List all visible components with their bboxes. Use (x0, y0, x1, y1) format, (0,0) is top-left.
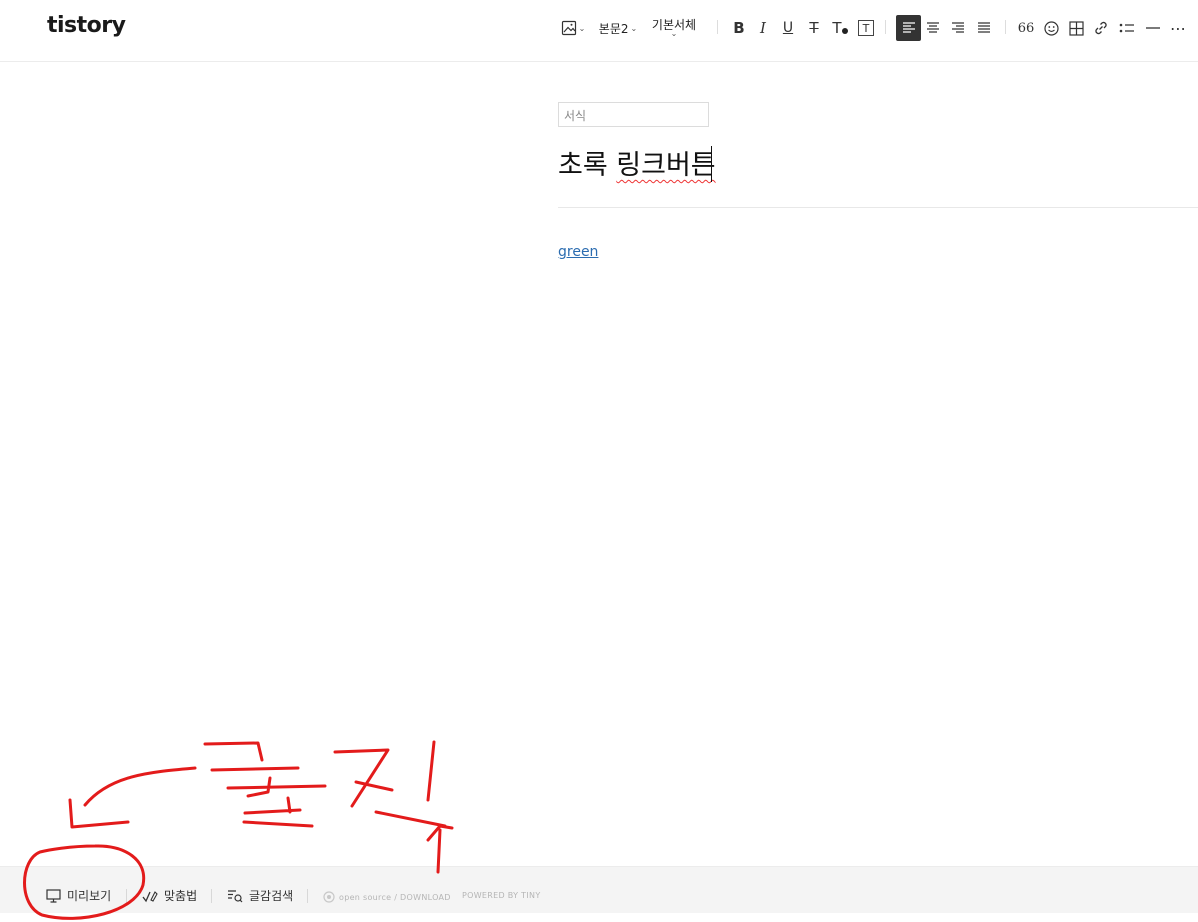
more-button[interactable]: ⋯ (1167, 14, 1189, 42)
title-text: 초록 (558, 150, 617, 181)
table-button[interactable] (1065, 14, 1087, 42)
align-justify-icon (978, 22, 990, 33)
editor-footer: 미리보기 맞춤법 글감검색 open source / DOWNLOAD POW… (0, 866, 1198, 913)
align-left-icon (902, 22, 915, 33)
toolbar-divider (717, 20, 718, 34)
toolbar-divider (885, 20, 886, 34)
footer-divider (307, 889, 308, 903)
text-cursor (711, 146, 712, 182)
post-title-input[interactable]: 초록 링크버튼 (558, 143, 716, 182)
image-icon (561, 20, 576, 36)
spellcheck-button[interactable]: 맞춤법 (142, 887, 197, 904)
red-annotation-overlay (23, 740, 454, 920)
align-center-button[interactable] (922, 14, 944, 42)
emoticon-button[interactable] (1040, 14, 1062, 42)
title-text-misspelled: 링크버튼 (616, 150, 716, 181)
more-icon: ⋯ (1170, 18, 1186, 38)
footer-divider (126, 889, 127, 903)
chevron-down-icon: ⌄ (630, 23, 638, 33)
align-right-button[interactable] (947, 14, 969, 42)
bullet-list-icon (1119, 23, 1134, 33)
green-link[interactable]: green (558, 244, 598, 260)
annotation-glyph-rik (333, 740, 447, 828)
editor-topbar: tistory ⌄ 본문2 ⌄ 기본서체 ⌄ B I U T T T 66 ⋯ (0, 0, 1198, 62)
strikethrough-button[interactable]: T (803, 14, 825, 42)
underline-button[interactable]: U (777, 14, 799, 42)
strikethrough-icon: T (809, 19, 819, 37)
format-placeholder: 서식 (564, 109, 587, 123)
footer-divider (211, 889, 212, 903)
horizontal-line-icon (1146, 27, 1160, 29)
annotation-arrow-head (68, 798, 130, 829)
annotation-glyph-keul (203, 741, 327, 828)
format-select[interactable]: 서식 (558, 102, 709, 127)
align-justify-button[interactable] (973, 14, 995, 42)
toolbar-divider (1005, 20, 1006, 34)
underline-icon: U (782, 20, 794, 36)
background-color-button[interactable]: T (855, 14, 877, 42)
powered-by-tiny: POWERED BY TINY (462, 891, 541, 900)
bold-button[interactable]: B (728, 14, 750, 42)
italic-button[interactable]: I (752, 14, 774, 42)
link-button[interactable] (1090, 14, 1112, 42)
table-icon (1068, 20, 1084, 36)
quote-icon: 66 (1017, 20, 1035, 36)
font-family-select[interactable]: 기본서체 ⌄ (648, 14, 700, 42)
color-dot-icon (841, 28, 848, 34)
chevron-down-icon: ⌄ (670, 29, 678, 38)
horizontal-rule-button[interactable] (1142, 14, 1164, 42)
text-color-button[interactable]: T (829, 14, 851, 42)
text-color-icon: T (832, 19, 842, 37)
opensource-link[interactable]: open source / DOWNLOAD (323, 891, 451, 903)
content-search-button[interactable]: 글감검색 (227, 887, 293, 904)
opensource-icon (323, 891, 335, 903)
italic-icon: I (760, 19, 766, 37)
align-left-button[interactable] (896, 15, 921, 41)
bullet-list-button[interactable] (1116, 14, 1138, 42)
annotation-arrow-curve (83, 766, 197, 807)
background-color-icon: T (858, 20, 874, 36)
monitor-icon (46, 888, 61, 903)
title-divider (558, 207, 1198, 208)
link-icon (1095, 21, 1107, 35)
align-right-icon (952, 22, 964, 33)
insert-image-button[interactable]: ⌄ (560, 14, 586, 42)
smile-icon (1043, 20, 1059, 36)
search-doc-icon (228, 889, 243, 902)
spellcheck-icon (142, 890, 158, 902)
bold-icon: B (733, 19, 745, 37)
preview-button[interactable]: 미리보기 (46, 887, 111, 904)
paragraph-style-select[interactable]: 본문2 ⌄ (596, 14, 640, 42)
tistory-logo[interactable]: tistory (47, 13, 126, 38)
quote-button[interactable]: 66 (1015, 14, 1037, 42)
chevron-down-icon: ⌄ (578, 23, 586, 33)
align-center-icon (927, 22, 939, 33)
